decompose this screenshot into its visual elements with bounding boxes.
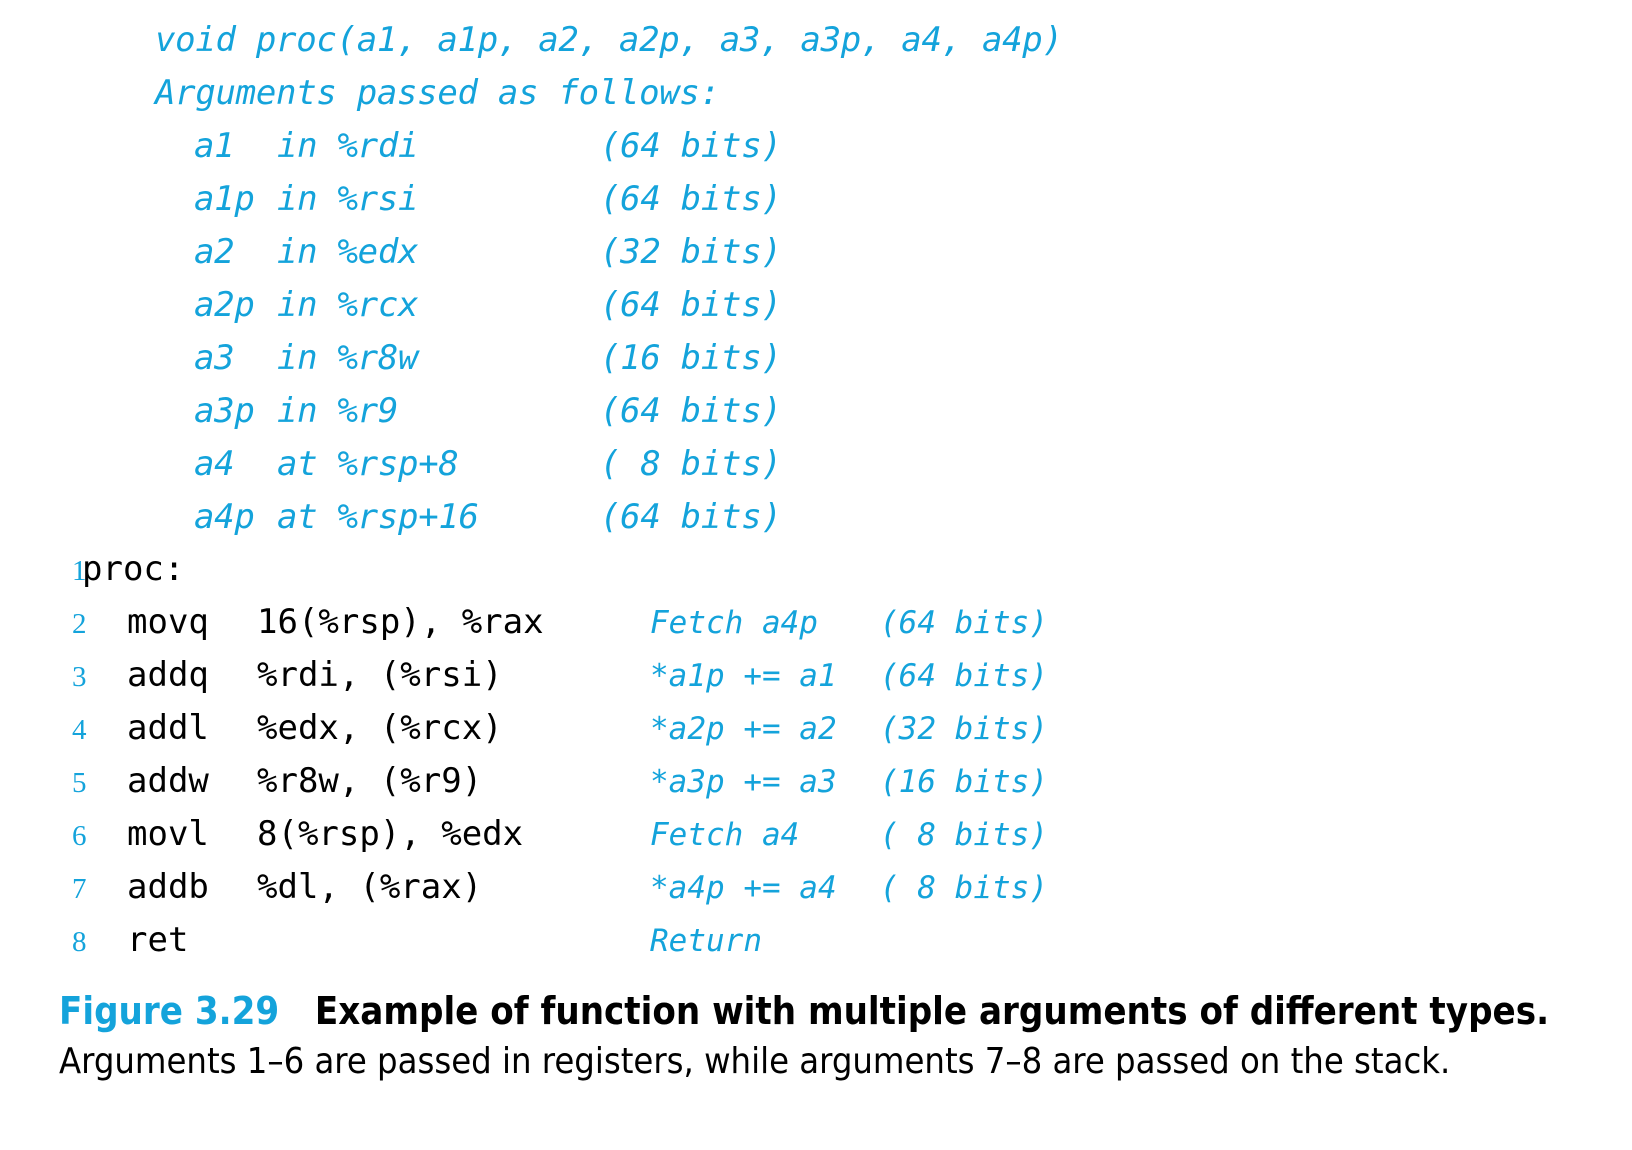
line-number: 5 [72,767,87,799]
c-source-block: void proc(a1, a1p, a2, a2p, a3, a3p, a4,… [0,14,1632,544]
argument-bits: (16 bits) [600,338,782,378]
assembly-label: proc: [82,549,185,589]
assembly-mnemonic: addq [127,655,209,695]
argument-location: at %rsp+16 [277,497,479,537]
argument-row: a2p in %rcx (64 bits) [0,279,1632,332]
argument-location: in %rsi [277,179,419,219]
argument-bits: (64 bits) [600,391,782,431]
assembly-row: 5 addw %r8w, (%r9) *a3p += a3 (16 bits) [0,755,1632,808]
assembly-comment-bits: ( 8 bits) [880,817,1048,853]
line-number: 2 [72,608,87,640]
caption-line-1: Figure 3.29 Example of function with mul… [59,985,1599,1037]
argument-bits: (64 bits) [600,179,782,219]
argument-name: a2 [194,232,235,272]
assembly-row: 8 ret Return [0,914,1632,967]
argument-row: a1 in %rdi (64 bits) [0,120,1632,173]
argument-bits: (64 bits) [600,126,782,166]
argument-name: a4 [194,444,235,484]
argument-row: a3 in %r8w (16 bits) [0,332,1632,385]
figure-caption: Figure 3.29 Example of function with mul… [59,985,1599,1087]
assembly-mnemonic: addw [127,761,209,801]
argument-location: in %rdi [277,126,419,166]
assembly-comment-bits: (32 bits) [880,711,1048,747]
line-number: 3 [72,661,87,693]
argument-row: a4p at %rsp+16 (64 bits) [0,491,1632,544]
argument-row: a3p in %r9 (64 bits) [0,385,1632,438]
line-number: 1 [72,555,87,587]
assembly-comment-bits: (64 bits) [880,658,1048,694]
assembly-operands: %dl, (%rax) [257,867,483,907]
caption-figure-number: Figure 3.29 [59,989,280,1033]
function-signature-line: void proc(a1, a1p, a2, a2p, a3, a3p, a4,… [0,14,1632,67]
assembly-comment: Return [650,923,762,959]
assembly-listing: 1proc: 2 movq 16(%rsp), %rax Fetch a4p (64 b… [0,543,1632,967]
assembly-comment-bits: (16 bits) [880,764,1048,800]
argument-location: in %edx [277,232,419,272]
argument-name: a4p [194,497,255,537]
assembly-mnemonic: addl [127,708,209,748]
argument-location: at %rsp+8 [277,444,459,484]
assembly-comment-bits: ( 8 bits) [880,870,1048,906]
assembly-comment-bits: (64 bits) [880,605,1048,641]
figure-3-29: void proc(a1, a1p, a2, a2p, a3, a3p, a4,… [0,0,1632,1150]
assembly-mnemonic: movl [127,814,209,854]
assembly-comment: Fetch a4p [650,605,818,641]
argument-row: a1p in %rsi (64 bits) [0,173,1632,226]
argument-name: a3 [194,338,235,378]
argument-location: in %r8w [277,338,419,378]
argument-bits: (64 bits) [600,285,782,325]
assembly-row: 6 movl 8(%rsp), %edx Fetch a4 ( 8 bits) [0,808,1632,861]
assembly-operands: %edx, (%rcx) [257,708,503,748]
argument-location: in %r9 [277,391,399,431]
line-number: 7 [72,873,87,905]
assembly-row: 3 addq %rdi, (%rsi) *a1p += a1 (64 bits) [0,649,1632,702]
assembly-operands: 8(%rsp), %edx [257,814,524,854]
argument-name: a3p [194,391,255,431]
assembly-row: 1proc: [0,543,1632,596]
argument-name: a1p [194,179,255,219]
assembly-comment: *a4p += a4 [650,870,837,906]
caption-line-2: Arguments 1–6 are passed in registers, w… [59,1041,1451,1082]
argument-row: a2 in %edx (32 bits) [0,226,1632,279]
assembly-operands: %r8w, (%r9) [257,761,483,801]
line-number: 6 [72,820,87,852]
arguments-intro: Arguments passed as follows: [155,73,720,113]
arguments-intro-line: Arguments passed as follows: [0,67,1632,120]
assembly-comment: *a1p += a1 [650,658,837,694]
assembly-mnemonic: ret [127,920,189,960]
assembly-comment: *a2p += a2 [650,711,837,747]
line-number: 4 [72,714,87,746]
assembly-row: 4 addl %edx, (%rcx) *a2p += a2 (32 bits) [0,702,1632,755]
assembly-operands: 16(%rsp), %rax [257,602,544,642]
assembly-row: 7 addb %dl, (%rax) *a4p += a4 ( 8 bits) [0,861,1632,914]
argument-bits: (32 bits) [600,232,782,272]
assembly-row: 2 movq 16(%rsp), %rax Fetch a4p (64 bits) [0,596,1632,649]
argument-name: a2p [194,285,255,325]
assembly-operands: %rdi, (%rsi) [257,655,503,695]
argument-location: in %rcx [277,285,419,325]
argument-name: a1 [194,126,235,166]
caption-title: Example of function with multiple argume… [314,989,1550,1033]
line-number: 8 [72,926,87,958]
assembly-mnemonic: addb [127,867,209,907]
argument-bits: (64 bits) [600,497,782,537]
assembly-comment: *a3p += a3 [650,764,837,800]
argument-bits: ( 8 bits) [600,444,782,484]
assembly-mnemonic: movq [127,602,209,642]
argument-row: a4 at %rsp+8 ( 8 bits) [0,438,1632,491]
function-signature: void proc(a1, a1p, a2, a2p, a3, a3p, a4,… [155,20,1063,60]
assembly-comment: Fetch a4 [650,817,800,853]
